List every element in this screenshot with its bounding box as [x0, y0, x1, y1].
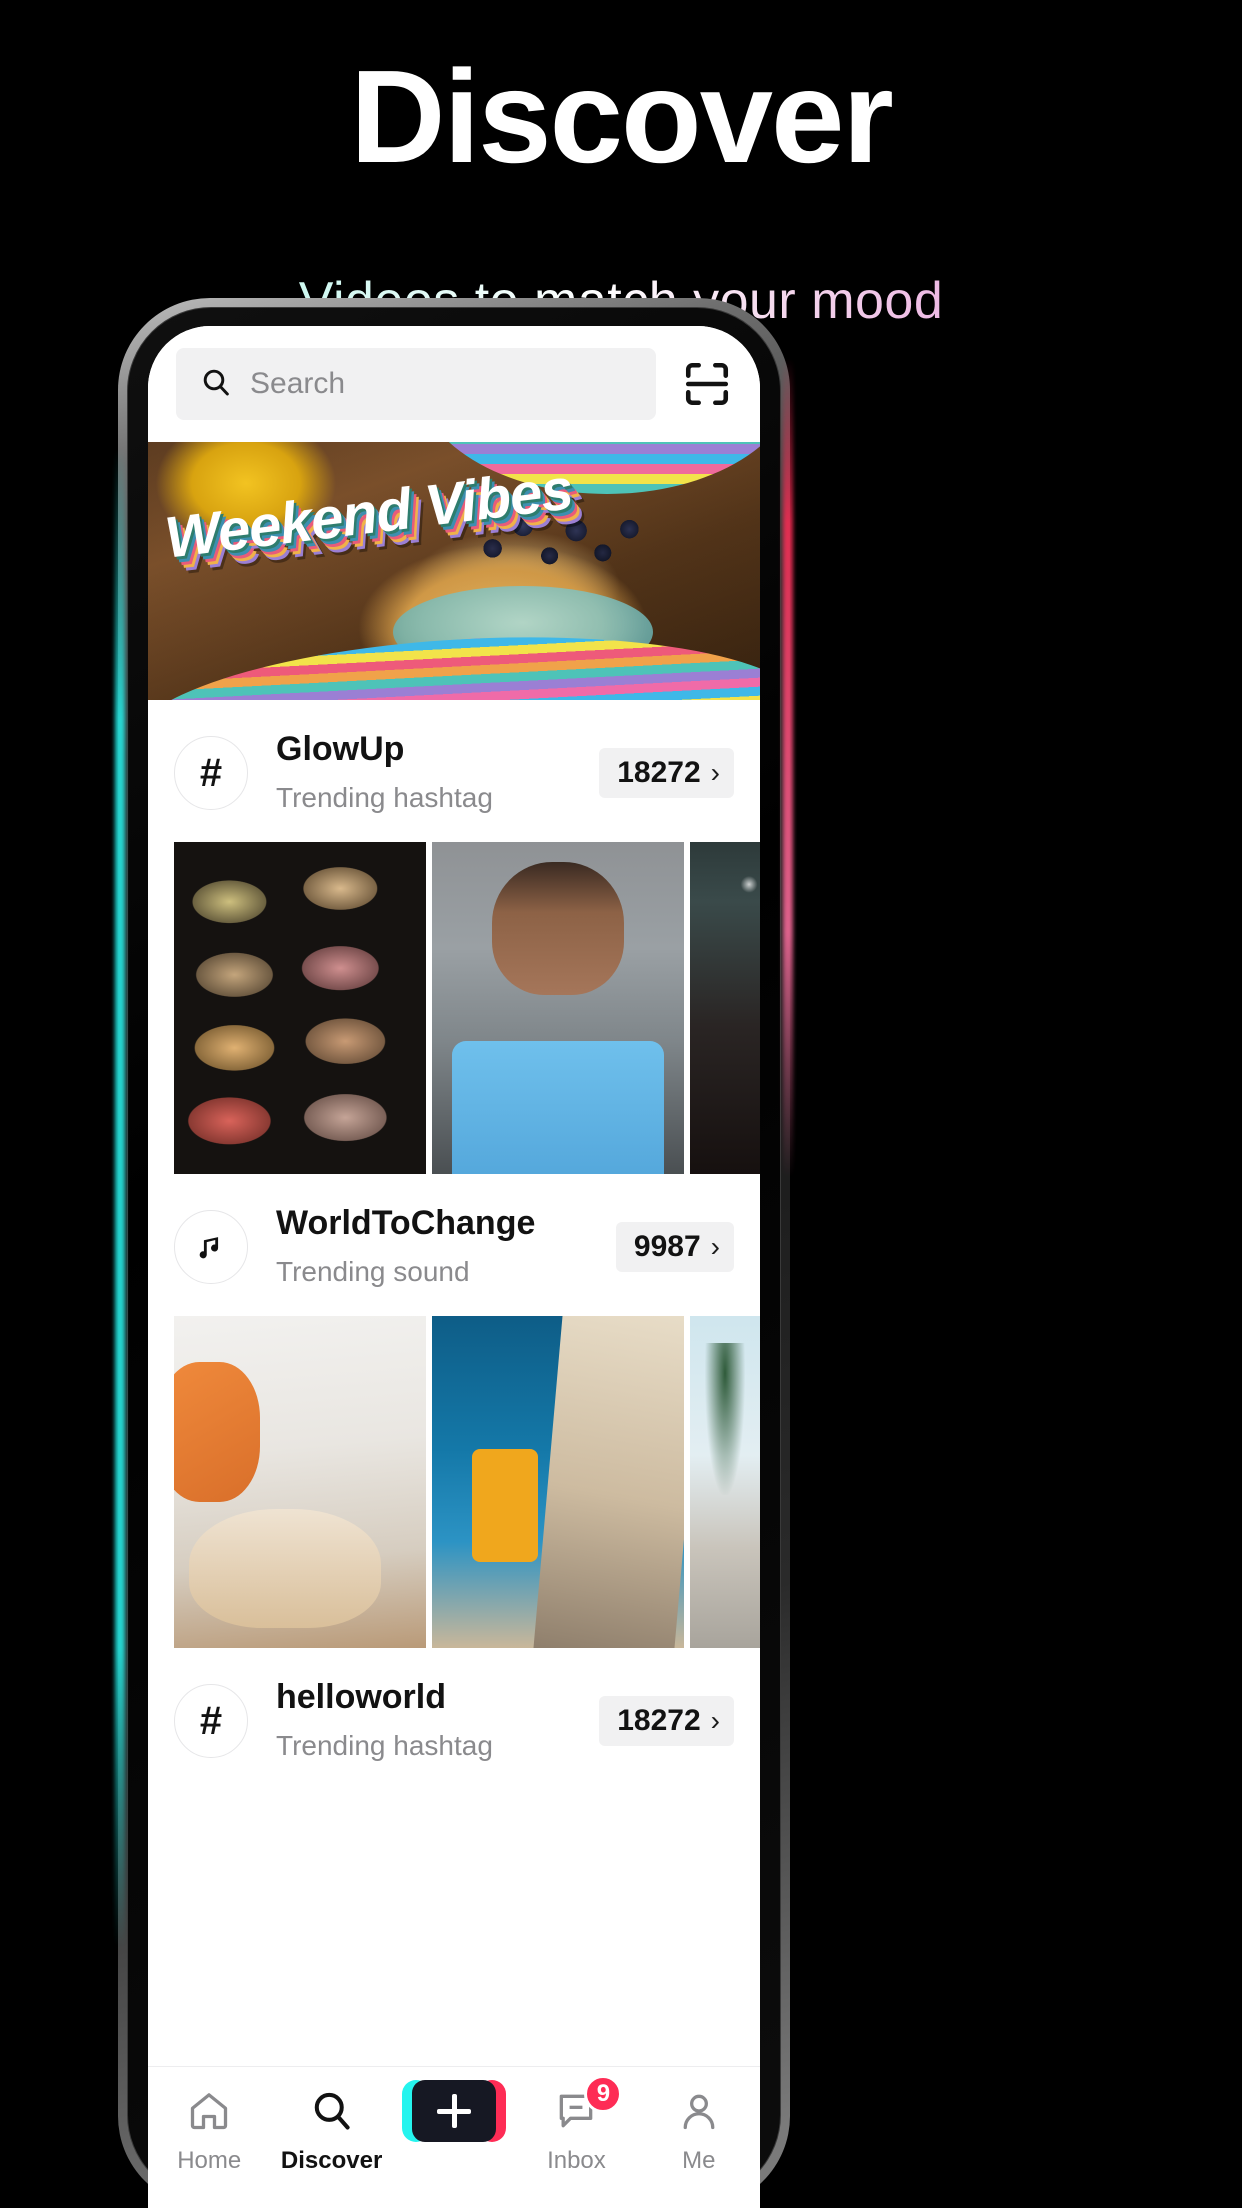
trend-kind: Trending sound — [276, 1256, 470, 1287]
trend-meta: WorldToChange Trending sound — [276, 1200, 616, 1294]
nav-item-discover[interactable]: Discover — [270, 2085, 392, 2175]
trend-name: helloworld — [276, 1678, 446, 1716]
chevron-right-icon: › — [710, 1231, 720, 1262]
music-note-icon — [174, 1210, 248, 1284]
nav-item-me[interactable]: Me — [638, 2085, 760, 2175]
bottom-navigation: Home Discover 9 Inbox Me — [148, 2066, 760, 2208]
trend-kind: Trending hashtag — [276, 1730, 493, 1761]
chevron-right-icon: › — [710, 1705, 720, 1736]
nav-label-me: Me — [682, 2147, 716, 2174]
scan-code-icon[interactable] — [678, 355, 736, 413]
chevron-right-icon: › — [710, 757, 720, 788]
nav-item-create[interactable] — [393, 2080, 515, 2147]
search-icon — [200, 366, 232, 403]
page-title: Discover — [350, 43, 894, 190]
nav-label-inbox: Inbox — [547, 2147, 606, 2174]
nav-label-home: Home — [177, 2147, 242, 2174]
hashtag-icon: # — [174, 1684, 248, 1758]
nav-item-inbox[interactable]: 9 Inbox — [515, 2075, 637, 2175]
message-icon: 9 — [554, 2075, 623, 2137]
trend-row[interactable]: # helloworld Trending hashtag 18272 › — [148, 1648, 760, 1790]
nav-label-discover: Discover — [280, 2147, 383, 2174]
trend-count-value: 18272 — [617, 1704, 701, 1737]
trend-name: WorldToChange — [276, 1204, 536, 1242]
trend-meta: GlowUp Trending hashtag — [276, 726, 599, 820]
plus-icon-vertical — [451, 2094, 457, 2128]
thumb-two-people-with-sign[interactable] — [432, 1316, 684, 1648]
inbox-badge: 9 — [584, 2075, 623, 2113]
search-icon — [310, 2085, 354, 2137]
trend-count-value: 18272 — [617, 756, 701, 789]
thumb-dog-on-yoga-mat[interactable] — [174, 1316, 426, 1648]
thumb-red-haired-woman[interactable] — [690, 842, 760, 1174]
trend-name: GlowUp — [276, 730, 405, 768]
promo-screenshot: Discover Videos to match your mood Searc… — [0, 0, 1242, 2208]
nav-item-home[interactable]: Home — [148, 2085, 270, 2175]
trend-count-value: 9987 — [633, 1230, 701, 1263]
thumb-basketball-dunk[interactable] — [690, 1316, 760, 1648]
hashtag-glyph: # — [199, 751, 223, 795]
create-button[interactable] — [402, 2080, 507, 2142]
trend-meta: helloworld Trending hashtag — [276, 1674, 599, 1768]
person-icon — [677, 2085, 721, 2137]
trend-count-pill[interactable]: 18272 › — [599, 1696, 734, 1746]
home-icon — [187, 2085, 231, 2137]
search-placeholder: Search — [250, 367, 346, 400]
trend-row[interactable]: WorldToChange Trending sound 9987 › — [148, 1174, 760, 1316]
trend-row[interactable]: # GlowUp Trending hashtag 18272 › — [148, 700, 760, 842]
thumb-makeup-palette[interactable] — [174, 842, 426, 1174]
hashtag-icon: # — [174, 736, 248, 810]
top-search-bar: Search — [148, 326, 760, 442]
trend-kind: Trending hashtag — [276, 782, 493, 813]
create-core — [412, 2080, 497, 2142]
hashtag-glyph: # — [199, 1699, 223, 1743]
thumbnail-strip[interactable] — [148, 842, 760, 1174]
search-input[interactable]: Search — [176, 348, 656, 420]
thumbnail-strip[interactable] — [148, 1316, 760, 1648]
trend-count-pill[interactable]: 18272 › — [599, 748, 734, 798]
create-icon — [402, 2080, 507, 2142]
phone-mockup: Search Weekend Vibes # GlowUp Trending h… — [115, 298, 793, 2208]
phone-screen: Search Weekend Vibes # GlowUp Trending h… — [148, 326, 760, 2208]
featured-banner[interactable]: Weekend Vibes — [148, 442, 760, 700]
thumb-woman-applying-makeup[interactable] — [432, 842, 684, 1174]
trend-count-pill[interactable]: 9987 › — [615, 1222, 734, 1272]
